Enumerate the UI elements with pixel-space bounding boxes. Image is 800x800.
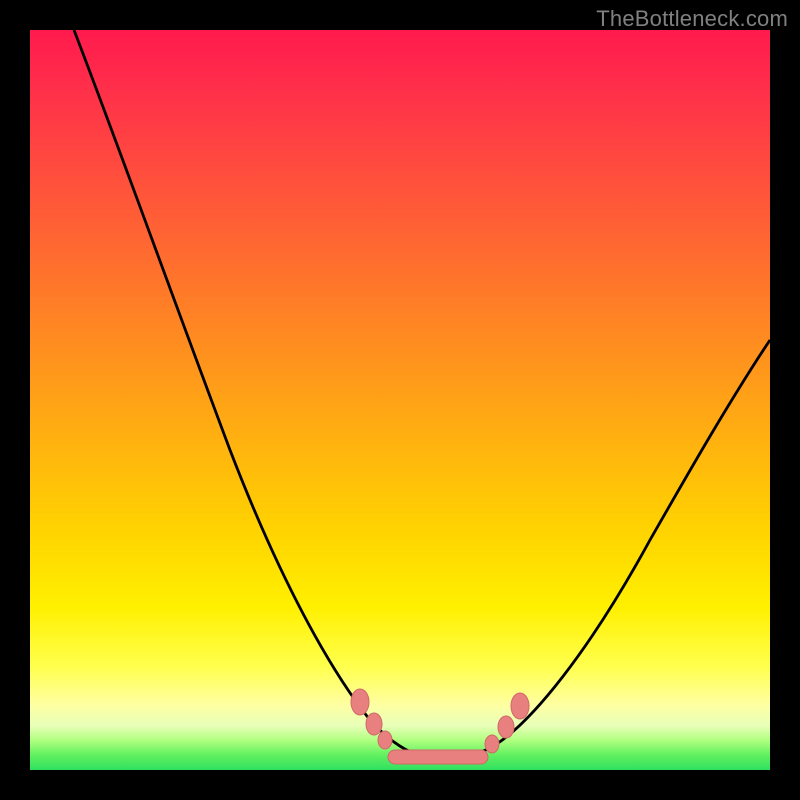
- valley-markers: [351, 689, 529, 764]
- marker-dot: [378, 731, 392, 749]
- marker-dot: [485, 735, 499, 753]
- marker-flat: [388, 750, 488, 764]
- marker-dot: [511, 693, 529, 719]
- curve-path: [74, 30, 770, 759]
- watermark-text: TheBottleneck.com: [596, 6, 788, 32]
- marker-dot: [351, 689, 369, 715]
- marker-dot: [366, 713, 382, 735]
- chart-frame: TheBottleneck.com: [0, 0, 800, 800]
- marker-dot: [498, 716, 514, 738]
- plot-area: [30, 30, 770, 770]
- bottleneck-curve: [30, 30, 770, 770]
